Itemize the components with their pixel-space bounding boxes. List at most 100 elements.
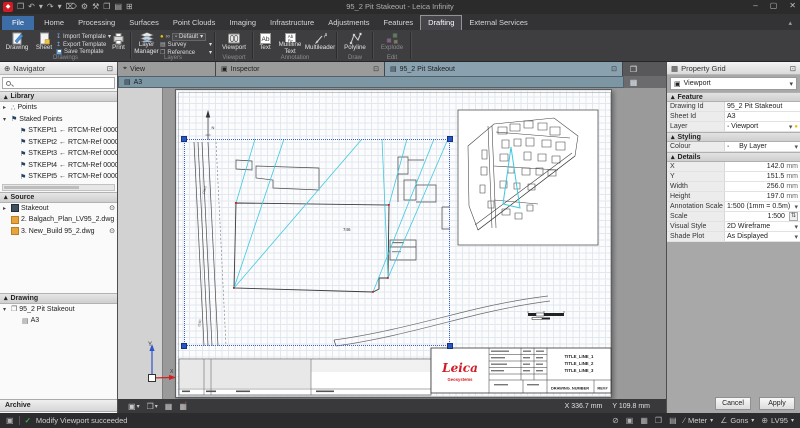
tab-adjustments[interactable]: Adjustments <box>321 16 376 30</box>
layer-link-icon[interactable]: ∞ <box>166 34 170 40</box>
scale-link-icon[interactable]: ⇅ <box>789 212 798 221</box>
chevron-down-icon[interactable]: ▾ <box>794 203 798 211</box>
horizontal-scrollbar[interactable] <box>2 184 115 191</box>
tab-imaging[interactable]: Imaging <box>222 16 263 30</box>
delete-icon[interactable]: ⌦ <box>66 1 77 12</box>
snap-off-icon[interactable]: ⊘ <box>612 416 619 425</box>
feature-section-header[interactable]: ▴Feature <box>667 92 800 102</box>
search-input[interactable] <box>14 80 111 87</box>
tab-inspector[interactable]: ▣ Inspector ⊡ <box>216 62 385 76</box>
expander-icon[interactable]: ▾ <box>3 116 9 123</box>
tab-pit-stakeout[interactable]: ▤ 95_2 Pit Stakeout ⊡ <box>385 62 623 76</box>
tree-item-staked-point[interactable]: ⚑STKEPt3 ← RTCM-Ref 0000 (07/10/ <box>0 148 117 160</box>
property-row-y[interactable]: Y 151.5mm <box>667 172 800 182</box>
viewport-handle-top-right[interactable] <box>447 136 453 142</box>
source-item-dwg[interactable]: 2. Balgach_Plan_LV95_2.dwg ⊙ <box>0 214 117 226</box>
tools-icon[interactable]: ⚒ <box>92 1 99 12</box>
sheet-tab-a3[interactable]: ▤ A3 <box>118 76 624 88</box>
tree-item-points[interactable]: ▸ ∴ Points <box>0 102 117 114</box>
property-row-annotation-scale[interactable]: Annotation Scale 1:500 (1mm = 0.5m)▾ <box>667 202 800 212</box>
chevron-down-icon[interactable]: ▾ <box>794 223 798 231</box>
property-row-height[interactable]: Height 197.0mm <box>667 192 800 202</box>
ribbon-collapse-icon[interactable]: ▴ <box>788 19 792 27</box>
export-icon[interactable]: ⊞ <box>126 1 133 12</box>
undo-icon[interactable]: ↶ <box>28 1 35 12</box>
property-row-shade-plot[interactable]: Shade Plot As Displayed▾ <box>667 232 800 242</box>
tab-view[interactable]: ⌖ View <box>118 62 216 76</box>
survey-layer-dropdown[interactable]: ▤Survey▾ <box>160 41 212 48</box>
tab-infrastructure[interactable]: Infrastructure <box>263 16 321 30</box>
property-row-colour[interactable]: Colour ▪By Layer▾ <box>667 142 800 152</box>
tab-file[interactable]: File <box>2 16 34 30</box>
property-row-scale[interactable]: Scale 1:500⇅ <box>667 212 800 222</box>
minimize-button[interactable]: – <box>753 1 757 10</box>
multiline-text-button[interactable]: AbBc Multiline Text <box>275 31 305 55</box>
tree-item-staked-point[interactable]: ⚑STKEPt1 ← RTCM-Ref 0000 (07/10/ <box>0 125 117 137</box>
sheet-button[interactable]: Sheet <box>32 31 56 55</box>
close-button[interactable]: ✕ <box>789 1 796 10</box>
polyline-button[interactable]: Polyline <box>339 31 371 55</box>
undo-dropdown-icon[interactable]: ▾ <box>39 1 43 12</box>
source-item-dwg[interactable]: 3. New_Build 95_2.dwg ⊙ <box>0 226 117 238</box>
expander-icon[interactable]: ▸ <box>3 104 9 111</box>
redo-dropdown-icon[interactable]: ▾ <box>58 1 62 12</box>
settings-gear-icon[interactable]: ⚙ <box>81 1 88 12</box>
archive-box-icon[interactable]: ❐ <box>103 1 110 12</box>
tab-surfaces[interactable]: Surfaces <box>122 16 166 30</box>
source-item-stakeout[interactable]: ▸ Stakeout ⊙ <box>0 203 117 215</box>
visibility-eye-icon[interactable]: ⊙ <box>109 204 117 212</box>
open-icon[interactable]: ❒ <box>17 1 24 12</box>
report-icon[interactable]: ▤ <box>114 1 122 12</box>
drawing-section-header[interactable]: ▴ Drawing <box>0 293 117 304</box>
drawing-canvas[interactable]: 746 Platz 2560 N <box>118 88 666 399</box>
panel-layout-icon[interactable]: ▣ <box>6 416 14 425</box>
drawing-item-root[interactable]: ▾ ❐ 95_2 Pit Stakeout <box>0 304 117 316</box>
angle-unit-dropdown[interactable]: ∠Gons▾ <box>720 416 754 425</box>
copy-view-button[interactable]: ❐▾ <box>147 402 158 411</box>
layer-manager-button[interactable]: Layer Manager <box>133 31 160 55</box>
drawing-button[interactable]: Drawing <box>2 31 32 55</box>
viewport-button[interactable]: Viewport <box>217 31 251 55</box>
maximize-button[interactable]: ▢ <box>770 1 778 10</box>
library-section-header[interactable]: ▴ Library <box>0 91 117 102</box>
scrollbar-thumb[interactable] <box>4 186 79 189</box>
report-status-icon[interactable]: ▤ <box>669 416 677 425</box>
cancel-button[interactable]: Cancel <box>715 397 751 410</box>
a3-sheet[interactable]: 746 Platz 2560 N <box>175 89 612 398</box>
property-row-layer[interactable]: Layer ▪Viewport▾● <box>667 122 800 132</box>
chevron-down-icon[interactable]: ▾ <box>789 123 793 131</box>
tree-item-staked-point[interactable]: ⚑STKEPt2 ← RTCM-Ref 0000 (07/10/ <box>0 137 117 149</box>
import-template-button[interactable]: ↧Import Template▾ <box>56 33 108 40</box>
tab-processing[interactable]: Processing <box>71 16 122 30</box>
visibility-eye-icon[interactable]: ⊙ <box>116 216 117 224</box>
archive-section-header[interactable]: Archive <box>0 399 117 412</box>
layer-bulb-icon[interactable]: ● <box>794 124 798 130</box>
background-color-button[interactable]: ▣▾ <box>128 402 140 411</box>
expander-icon[interactable]: ▾ <box>3 306 9 313</box>
snap-grid-button[interactable]: ▦▪ <box>179 402 186 411</box>
pin-icon[interactable]: ⊡ <box>611 65 617 73</box>
tab-drafting[interactable]: Drafting <box>420 15 462 30</box>
viewport-handle-bottom-left[interactable] <box>181 343 187 349</box>
panel-toggle-button[interactable]: ❐ <box>627 62 640 76</box>
tree-item-staked-point[interactable]: ⚑STKEPt5 ← RTCM-Ref 0000 (07/10/ <box>0 171 117 183</box>
source-section-header[interactable]: ▴ Source <box>0 192 117 203</box>
viewport-handle-bottom-right[interactable] <box>447 343 453 349</box>
layer-visibility-bulb-icon[interactable]: ● <box>160 34 164 40</box>
pin-icon[interactable]: ⊡ <box>107 64 113 73</box>
active-layer-dropdown[interactable]: ▪Default▾ <box>172 33 206 41</box>
chevron-down-icon[interactable]: ▾ <box>794 143 798 151</box>
tab-point-clouds[interactable]: Point Clouds <box>166 16 223 30</box>
osnap-icon[interactable]: ▣ <box>626 416 634 425</box>
property-row-width[interactable]: Width 256.0mm <box>667 182 800 192</box>
property-row-x[interactable]: X 142.0mm <box>667 162 800 172</box>
viewport-selection-outline[interactable] <box>184 139 450 346</box>
text-button[interactable]: Ab Text <box>255 31 275 55</box>
grid-toggle-button[interactable]: ▦ <box>165 402 173 411</box>
chevron-down-icon[interactable]: ▾ <box>794 233 798 241</box>
export-template-button[interactable]: ↥Export Template <box>56 41 108 48</box>
details-section-header[interactable]: ▴Details <box>667 152 800 162</box>
tree-item-staked-point[interactable]: ⚑STKEPt4 ← RTCM-Ref 0000 (07/10/ <box>0 160 117 172</box>
print-button[interactable]: Print <box>108 31 129 55</box>
pin-icon[interactable]: ⊡ <box>790 64 796 73</box>
